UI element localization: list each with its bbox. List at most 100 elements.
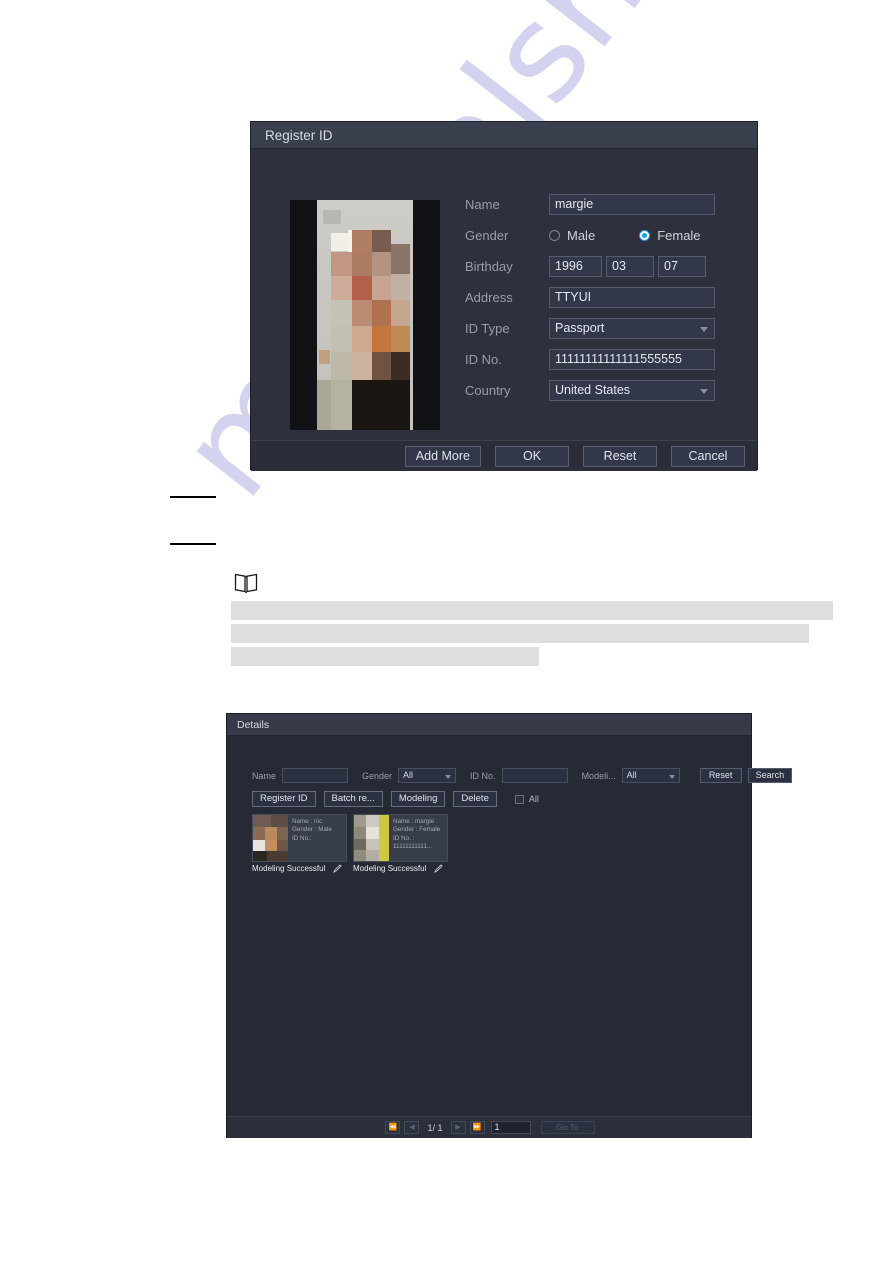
person-card-body[interactable]: Name : margie Gender : Female ID No. : 1…	[353, 814, 448, 862]
note-book-icon	[234, 573, 258, 594]
gender-label: Gender	[465, 227, 509, 243]
last-page-button[interactable]: ⏩	[469, 1121, 485, 1134]
address-label: Address	[465, 289, 513, 305]
delete-button[interactable]: Delete	[453, 791, 497, 807]
name-label: Name	[465, 196, 500, 212]
search-id-no-input[interactable]	[501, 768, 568, 783]
search-modeling-value: All	[626, 770, 637, 780]
go-to-page-button[interactable]: Go To	[540, 1121, 595, 1134]
redacted-heading-rule-1	[170, 496, 216, 498]
search-reset-button[interactable]: Reset	[699, 768, 742, 783]
first-page-button[interactable]: ⏪	[385, 1121, 401, 1134]
details-body: Name Gender All ID No. Modeli... All Res…	[227, 736, 793, 1116]
id-type-select[interactable]: Passport	[549, 317, 715, 339]
id-no-label: ID No.	[465, 351, 502, 367]
search-search-button[interactable]: Search	[747, 768, 793, 783]
register-id-button[interactable]: Register ID	[252, 791, 316, 807]
field-row-birthday: Birthday 1996 03 07	[465, 251, 725, 281]
search-id-no-label: ID No.	[470, 770, 496, 781]
register-id-footer: Add More OK Reset Cancel	[251, 440, 757, 471]
search-name-label: Name	[252, 770, 277, 781]
country-label: Country	[465, 382, 511, 398]
cancel-button[interactable]: Cancel	[671, 445, 745, 467]
birthday-day-input[interactable]: 07	[658, 255, 706, 277]
register-id-title: Register ID	[265, 127, 333, 143]
search-modeling-label: Modeli...	[581, 770, 616, 781]
address-input[interactable]: TTYUI	[549, 286, 715, 308]
person-card-meta: Name : nic Gender : Male ID No.:	[288, 815, 346, 861]
person-card-id-no: ID No. :	[393, 834, 415, 842]
field-row-name: Name margie	[465, 189, 725, 219]
field-row-gender: Gender Male Female	[465, 220, 725, 250]
details-dialog: Details Name Gender All ID No. Modeli...…	[226, 713, 793, 1138]
register-id-titlebar: Register ID	[251, 122, 757, 149]
person-card-status-row: Modeling Successful	[353, 864, 448, 873]
redacted-text-bar-3	[231, 647, 539, 666]
person-thumbnail	[253, 815, 288, 861]
radio-unselected-icon	[549, 229, 560, 241]
person-thumbnail	[354, 815, 389, 861]
person-card-id-no-cont: 11111111111...	[393, 843, 433, 851]
person-card-body[interactable]: Name : nic Gender : Male ID No.:	[252, 814, 347, 862]
select-all-label: All	[528, 794, 539, 804]
gender-female-label: Female	[657, 227, 701, 243]
add-more-button[interactable]: Add More	[404, 445, 481, 467]
person-photo-preview[interactable]	[290, 200, 440, 430]
status-badge: Modeling Successful	[252, 864, 326, 873]
modeling-button[interactable]: Modeling	[390, 791, 446, 807]
id-type-value: Passport	[555, 320, 605, 335]
select-all-checkbox[interactable]: All	[514, 794, 539, 804]
person-card[interactable]: Name : margie Gender : Female ID No. : 1…	[353, 814, 448, 873]
person-card-gender: Gender : Male	[292, 826, 332, 834]
ok-button[interactable]: OK	[495, 445, 569, 467]
checkbox-icon	[514, 794, 524, 804]
details-action-row: Register ID Batch re... Modeling Delete …	[252, 791, 539, 807]
search-gender-value: All	[403, 770, 414, 780]
page-indicator: 1/ 1	[427, 1122, 443, 1133]
details-search-row: Name Gender All ID No. Modeli... All Res…	[252, 767, 793, 784]
radio-selected-icon	[639, 229, 651, 241]
register-id-dialog: Register ID Name margie Gender Male Fema…	[250, 121, 758, 471]
field-row-country: Country United States	[465, 375, 725, 405]
redacted-text-bar-1	[231, 601, 833, 620]
chevron-down-icon	[668, 775, 675, 779]
id-no-input[interactable]: 11111111111111555555	[549, 348, 715, 370]
search-name-input[interactable]	[282, 768, 349, 783]
gender-male-label: Male	[567, 227, 596, 243]
page-number-input[interactable]: 1	[490, 1121, 531, 1134]
field-row-id-type: ID Type Passport	[465, 313, 725, 343]
prev-page-button[interactable]: ◀	[404, 1121, 420, 1134]
details-title: Details	[237, 718, 270, 731]
redacted-heading-rule-2	[170, 543, 216, 545]
person-card-id-no: ID No.:	[292, 834, 312, 842]
search-gender-select[interactable]: All	[398, 768, 457, 783]
batch-register-button[interactable]: Batch re...	[323, 791, 383, 807]
details-pagination-footer: ⏪ ◀ 1/ 1 ▶ ⏩ 1 Go To	[227, 1116, 751, 1138]
birthday-month-input[interactable]: 03	[606, 255, 654, 277]
person-card-name: Name : margie	[393, 818, 435, 825]
gender-radio-female[interactable]: Female	[639, 227, 701, 243]
redacted-text-bar-2	[231, 624, 809, 643]
person-card-status-row: Modeling Successful	[252, 864, 347, 873]
country-value: United States	[555, 382, 631, 397]
status-badge: Modeling Successful	[353, 864, 427, 873]
field-row-address: Address TTYUI	[465, 282, 725, 312]
register-id-body: Name margie Gender Male Female Birthday …	[251, 149, 757, 439]
id-type-label: ID Type	[465, 320, 510, 336]
birthday-year-input[interactable]: 1996	[549, 255, 602, 277]
reset-button[interactable]: Reset	[583, 445, 657, 467]
edit-pencil-icon[interactable]	[333, 864, 343, 873]
field-row-id-no: ID No. 11111111111111555555	[465, 344, 725, 374]
person-card-meta: Name : margie Gender : Female ID No. : 1…	[389, 815, 447, 861]
edit-pencil-icon[interactable]	[434, 864, 444, 873]
person-card[interactable]: Name : nic Gender : Male ID No.: Modelin…	[252, 814, 347, 873]
next-page-button[interactable]: ▶	[450, 1121, 466, 1134]
name-input[interactable]: margie	[549, 193, 715, 215]
birthday-label: Birthday	[465, 258, 513, 274]
gender-radio-male[interactable]: Male	[549, 228, 595, 243]
search-modeling-select[interactable]: All	[621, 768, 680, 783]
chevron-down-icon	[700, 326, 708, 332]
person-card-name: Name : nic	[292, 818, 323, 825]
country-select[interactable]: United States	[549, 379, 715, 401]
person-photo-image	[317, 200, 413, 430]
